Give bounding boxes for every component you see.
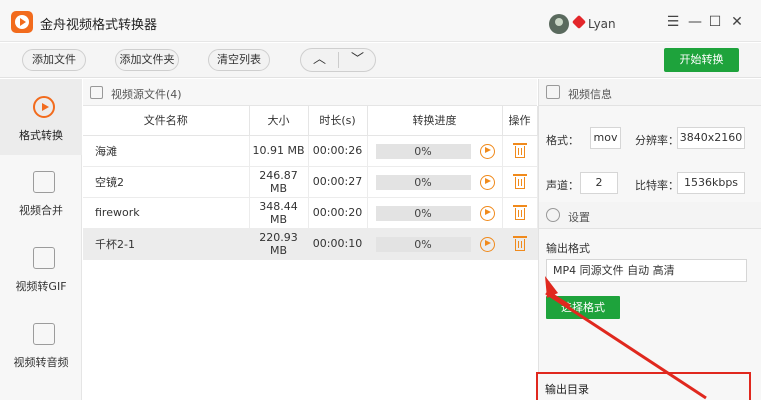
actions-cell <box>502 135 538 167</box>
actions-cell <box>502 166 538 198</box>
play-icon[interactable] <box>479 174 495 190</box>
file-table: 文件名称 大小 时长(s) 转换进度 操作 海滩 10.91 MB 00:00:… <box>83 106 538 260</box>
bitrate-value: 1536kbps <box>677 172 745 194</box>
format-convert-icon <box>33 96 55 118</box>
table-row[interactable]: 空镜2 246.87 MB 00:00:27 0% <box>83 166 538 198</box>
resolution-value: 3840x2160 <box>677 127 745 149</box>
file-panel: 视频源文件(4) 文件名称 大小 时长(s) 转换进度 操作 海滩 10.91 … <box>83 79 538 400</box>
nav-item-video-to-audio[interactable]: 视频转音频 <box>0 307 82 383</box>
output-format-field[interactable]: MP4 同源文件 自动 高清 <box>546 259 747 282</box>
nav-item-label: 格式转换 <box>19 129 63 142</box>
table-row[interactable]: 千杯2-1 220.93 MB 00:00:10 0% <box>83 228 538 260</box>
progress-cell: 0% <box>367 197 503 229</box>
vip-diamond-icon <box>571 14 587 30</box>
toolbar: 添加文件 添加文件夹 清空列表 ︿ ﹀ <box>0 43 761 78</box>
trash-icon[interactable] <box>512 236 527 251</box>
column-header-duration[interactable]: 时长(s) <box>308 106 368 136</box>
file-name: 空镜2 <box>83 166 250 198</box>
nav-item-format-convert[interactable]: 格式转换 <box>0 79 82 155</box>
avatar[interactable] <box>549 14 569 34</box>
column-header-name[interactable]: 文件名称 <box>83 106 250 136</box>
file-name: 海滩 <box>83 135 250 167</box>
video-merge-icon <box>33 171 55 193</box>
progress-cell: 0% <box>367 135 503 167</box>
choose-format-button[interactable]: 选择格式 <box>546 296 620 319</box>
file-size: 348.44 MB <box>249 197 309 229</box>
actions-cell <box>502 197 538 229</box>
trash-icon[interactable] <box>512 143 527 158</box>
app-title: 金舟视频格式转换器 <box>40 18 158 33</box>
play-icon[interactable] <box>479 236 495 252</box>
right-panel: 视频信息 格式： mov 分辨率： 3840x2160 声道： 2 比特率： 1… <box>536 79 761 400</box>
output-format-label: 输出格式 <box>546 242 590 255</box>
video-info-icon <box>546 85 560 99</box>
clear-list-button[interactable]: 清空列表 <box>208 49 270 71</box>
username[interactable]: Lyan <box>588 17 616 31</box>
file-panel-header: 视频源文件(4) <box>83 79 537 106</box>
video-file-icon <box>90 86 103 99</box>
video-to-gif-icon <box>33 247 55 269</box>
bitrate-label: 比特率： <box>635 179 679 192</box>
reorder-group: ︿ ﹀ <box>300 48 376 72</box>
progress-bar: 0% <box>375 143 471 159</box>
table-row[interactable]: 海滩 10.91 MB 00:00:26 0% <box>83 135 538 167</box>
play-icon[interactable] <box>479 143 495 159</box>
maximize-button[interactable]: ☐ <box>706 12 724 32</box>
output-dir-section: 输出目录 <box>536 372 751 400</box>
move-down-button[interactable]: ﹀ <box>339 49 376 71</box>
file-size: 246.87 MB <box>249 166 309 198</box>
progress-bar: 0% <box>375 174 471 190</box>
resolution-label: 分辨率： <box>635 134 679 147</box>
nav-item-label: 视频合并 <box>19 204 63 217</box>
nav-item-video-merge[interactable]: 视频合并 <box>0 155 82 231</box>
gear-icon <box>546 208 560 222</box>
file-duration: 00:00:20 <box>308 197 368 229</box>
nav-item-label: 视频转音频 <box>13 356 69 369</box>
add-file-button[interactable]: 添加文件 <box>22 49 86 71</box>
column-header-progress: 转换进度 <box>367 106 503 136</box>
nav-item-video-to-gif[interactable]: 视频转GIF <box>0 231 82 307</box>
menu-icon[interactable]: ☰ <box>664 12 682 32</box>
file-size: 10.91 MB <box>249 135 309 167</box>
app-logo-icon <box>11 11 33 33</box>
format-value: mov <box>590 127 621 149</box>
actions-cell <box>502 228 538 260</box>
trash-icon[interactable] <box>512 205 527 220</box>
column-header-actions: 操作 <box>502 106 538 136</box>
video-info-title: 视频信息 <box>568 88 612 101</box>
file-panel-title: 视频源文件(4) <box>111 88 182 101</box>
start-convert-button[interactable]: 开始转换 <box>664 48 739 72</box>
file-duration: 00:00:10 <box>308 228 368 260</box>
trash-icon[interactable] <box>512 174 527 189</box>
minimize-button[interactable]: — <box>686 12 704 32</box>
file-duration: 00:00:27 <box>308 166 368 198</box>
channel-label: 声道： <box>546 179 579 192</box>
video-info-header: 视频信息 <box>539 79 761 106</box>
channel-value: 2 <box>580 172 618 194</box>
progress-cell: 0% <box>367 166 503 198</box>
nav-item-label: 视频转GIF <box>15 280 67 293</box>
table-row[interactable]: firework 348.44 MB 00:00:20 0% <box>83 197 538 229</box>
play-icon[interactable] <box>479 205 495 221</box>
left-nav: 格式转换 视频合并 视频转GIF 视频转音频 <box>0 79 82 400</box>
settings-header: 设置 <box>539 202 761 229</box>
output-dir-label: 输出目录 <box>545 383 589 396</box>
add-folder-button[interactable]: 添加文件夹 <box>115 49 179 71</box>
format-label: 格式： <box>546 134 579 147</box>
file-name: 千杯2-1 <box>83 228 250 260</box>
title-bar: 金舟视频格式转换器 Lyan ☰ — ☐ ✕ <box>0 0 761 42</box>
file-duration: 00:00:26 <box>308 135 368 167</box>
progress-bar: 0% <box>375 205 471 221</box>
progress-cell: 0% <box>367 228 503 260</box>
close-button[interactable]: ✕ <box>728 12 746 32</box>
file-name: firework <box>83 197 250 229</box>
progress-bar: 0% <box>375 236 471 252</box>
move-up-button[interactable]: ︿ <box>301 49 338 71</box>
video-to-audio-icon <box>33 323 55 345</box>
file-size: 220.93 MB <box>249 228 309 260</box>
column-header-size[interactable]: 大小 <box>249 106 309 136</box>
settings-title: 设置 <box>568 211 590 224</box>
